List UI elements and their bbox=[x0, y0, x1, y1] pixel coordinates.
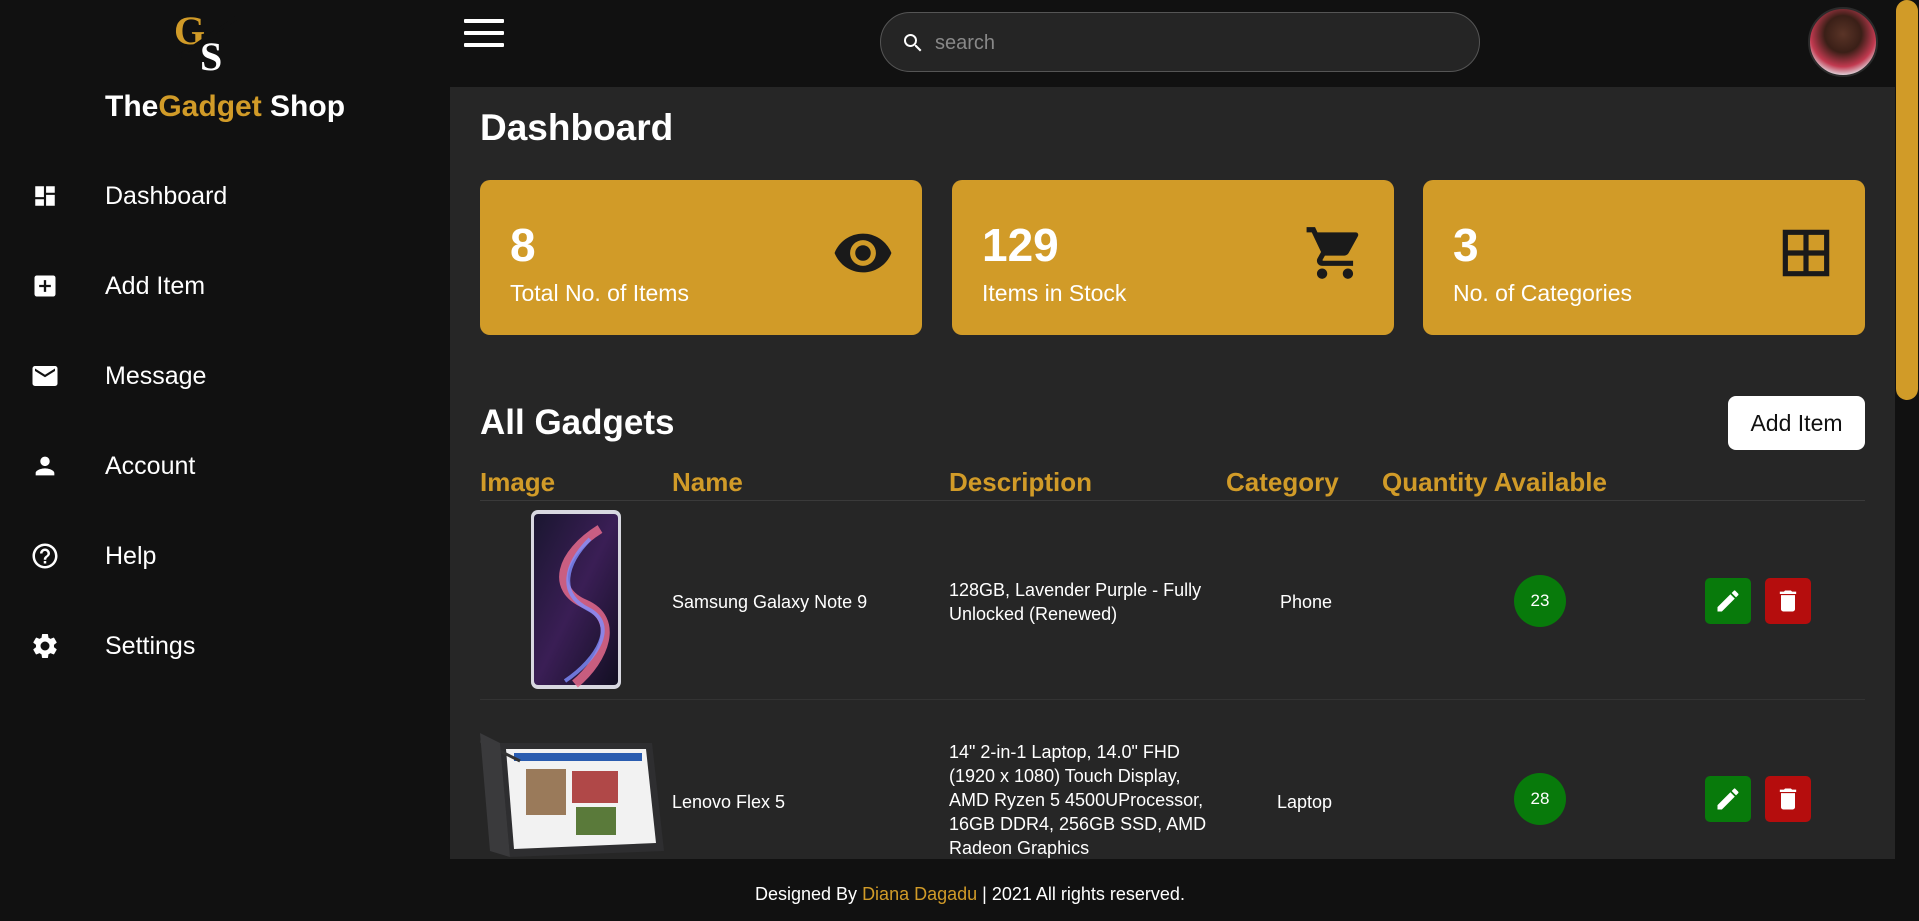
search-input[interactable] bbox=[935, 27, 1455, 59]
stat-value: 8 bbox=[510, 219, 536, 271]
stat-label: Items in Stock bbox=[982, 280, 1127, 306]
product-name: Samsung Galaxy Note 9 bbox=[672, 592, 868, 612]
table-header-divider bbox=[480, 500, 1865, 501]
quantity-badge: 23 bbox=[1514, 575, 1566, 627]
author-link[interactable]: Diana Dagadu bbox=[862, 884, 977, 904]
sidebar-item-label: Help bbox=[105, 541, 157, 570]
edit-button[interactable] bbox=[1705, 776, 1751, 822]
add-box-icon bbox=[30, 271, 60, 301]
add-item-button[interactable]: Add Item bbox=[1728, 396, 1865, 450]
footer-text: Designed By Diana Dagadu | 2021 All righ… bbox=[755, 884, 1185, 904]
stat-label: Total No. of Items bbox=[510, 280, 689, 306]
stat-value: 129 bbox=[982, 219, 1059, 271]
product-name: Lenovo Flex 5 bbox=[672, 792, 786, 812]
person-icon bbox=[30, 451, 60, 481]
table-header-name: Name bbox=[672, 467, 743, 497]
table-header-description: Description bbox=[949, 467, 1093, 497]
main-content: Dashboard 8 Total No. of Items 129 Items… bbox=[450, 87, 1895, 859]
sidebar-item-help[interactable]: Help bbox=[0, 526, 450, 586]
table-header-quantity: Quantity Available bbox=[1382, 467, 1607, 497]
sidebar: G S TheGadget Shop Dashboard Add Item Me… bbox=[0, 0, 450, 859]
stat-card-total-items: 8 Total No. of Items bbox=[480, 180, 922, 335]
brand-name: TheGadget Shop bbox=[105, 90, 346, 123]
trash-icon bbox=[1779, 788, 1797, 810]
sidebar-item-add-item[interactable]: Add Item bbox=[0, 256, 450, 316]
product-category: Phone bbox=[1280, 592, 1333, 612]
delete-button[interactable] bbox=[1765, 776, 1811, 822]
row-divider bbox=[480, 699, 1865, 700]
product-description: 14" 2-in-1 Laptop, 14.0" FHD (1920 x 108… bbox=[949, 742, 1207, 858]
sidebar-item-dashboard[interactable]: Dashboard bbox=[0, 166, 450, 226]
sidebar-item-label: Dashboard bbox=[105, 181, 228, 210]
product-description: 128GB, Lavender Purple - Fully Unlocked … bbox=[949, 580, 1202, 624]
stat-label: No. of Categories bbox=[1453, 280, 1632, 306]
sidebar-item-label: Account bbox=[105, 451, 196, 480]
stat-value: 3 bbox=[1453, 219, 1479, 271]
menu-icon[interactable] bbox=[464, 19, 504, 49]
sidebar-item-account[interactable]: Account bbox=[0, 436, 450, 496]
grid-icon bbox=[1782, 229, 1830, 277]
dashboard-icon bbox=[30, 181, 60, 211]
edit-button[interactable] bbox=[1705, 578, 1751, 624]
search-bar bbox=[880, 12, 1480, 72]
mail-icon bbox=[30, 361, 60, 391]
table-header-category: Category bbox=[1226, 467, 1339, 497]
table-header-image: Image bbox=[480, 467, 556, 497]
pencil-icon bbox=[1717, 590, 1739, 612]
sidebar-item-settings[interactable]: Settings bbox=[0, 616, 450, 676]
top-bar bbox=[450, 0, 1895, 87]
sidebar-item-label: Message bbox=[105, 361, 207, 390]
sidebar-item-label: Settings bbox=[105, 631, 196, 660]
gear-icon bbox=[30, 631, 60, 661]
logo: G S bbox=[174, 8, 238, 76]
product-image-laptop bbox=[480, 733, 664, 857]
stat-card-categories: 3 No. of Categories bbox=[1423, 180, 1865, 335]
page-title: Dashboard bbox=[480, 107, 674, 148]
sidebar-item-message[interactable]: Message bbox=[0, 346, 450, 406]
avatar[interactable] bbox=[1808, 7, 1878, 77]
product-image-phone bbox=[531, 510, 621, 689]
delete-button[interactable] bbox=[1765, 578, 1811, 624]
stat-card-items-in-stock: 129 Items in Stock bbox=[952, 180, 1394, 335]
search-icon bbox=[904, 34, 922, 52]
cart-icon bbox=[1306, 227, 1359, 279]
eye-icon bbox=[834, 233, 892, 273]
scrollbar-thumb[interactable] bbox=[1896, 0, 1918, 400]
trash-icon bbox=[1779, 590, 1797, 612]
pencil-icon bbox=[1717, 788, 1739, 810]
sidebar-item-label: Add Item bbox=[105, 271, 206, 300]
quantity-badge: 28 bbox=[1514, 773, 1566, 825]
help-icon bbox=[30, 541, 60, 571]
section-title: All Gadgets bbox=[480, 403, 675, 442]
footer: Designed By Diana Dagadu | 2021 All righ… bbox=[0, 859, 1919, 921]
product-category: Laptop bbox=[1277, 792, 1333, 812]
